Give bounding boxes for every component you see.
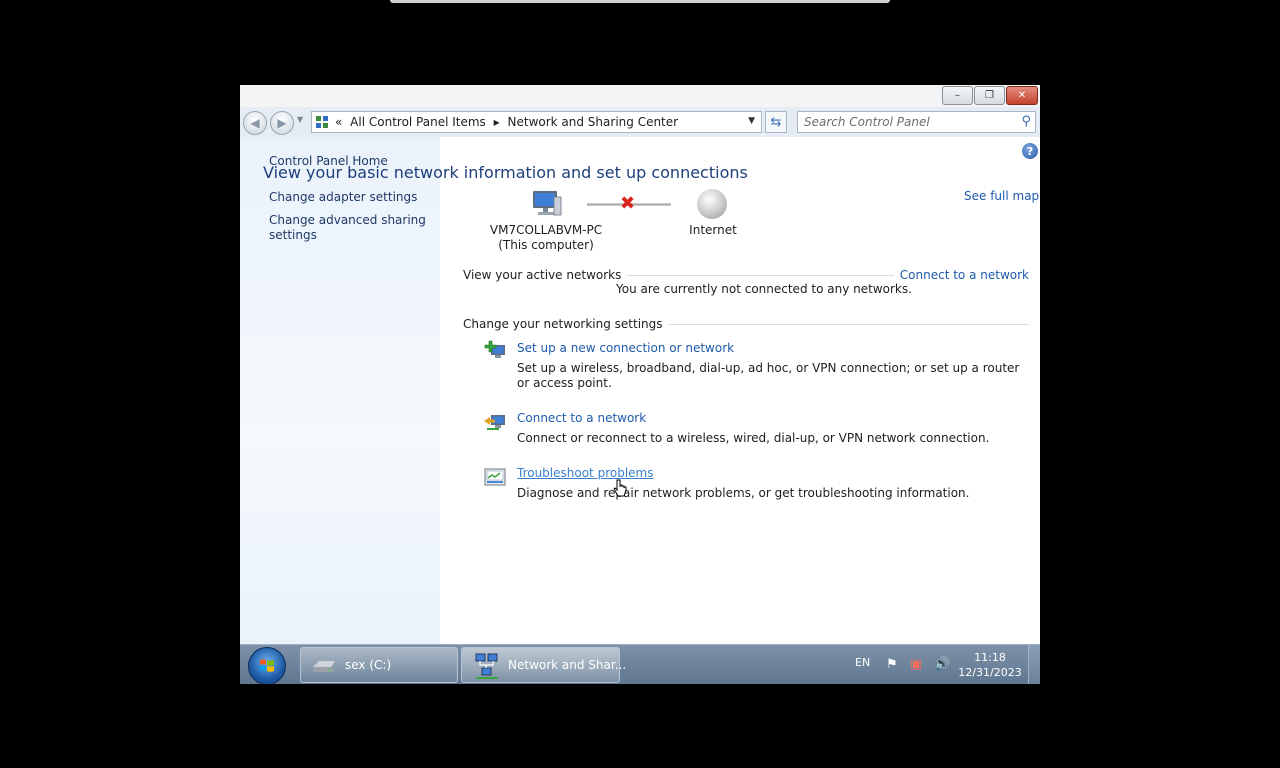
start-button[interactable] [248,647,286,684]
connection-status-text: You are currently not connected to any n… [616,282,912,296]
address-bar[interactable]: « All Control Panel Items ▸ Network and … [311,111,762,133]
sidebar-item-change-advanced-sharing-settings[interactable]: Change advanced sharing settings [269,213,429,243]
search-input[interactable] [804,114,1009,130]
network-icon [475,653,498,679]
caption-buttons: – ❐ ✕ [941,86,1038,105]
control-panel-icon [316,116,328,128]
computer-name: VM7COLLABVM-PC [489,223,603,237]
minimize-button[interactable]: – [942,86,973,105]
back-button[interactable]: ◀ [243,111,267,135]
refresh-button[interactable]: ⇆ [765,111,787,133]
forward-button[interactable]: ▶ [270,111,294,135]
clock[interactable]: 11:18 12/31/2023 [955,650,1025,680]
windows-logo-icon [260,659,274,672]
clock-date: 12/31/2023 [958,666,1022,679]
close-button[interactable]: ✕ [1006,86,1038,105]
taskbar-button-label: Network and Shar... [508,658,627,672]
breadcrumb-all-control-panel-items[interactable]: All Control Panel Items [350,115,486,129]
networking-settings-section: Change your networking settings [463,317,1029,331]
maximize-button[interactable]: ❐ [974,86,1005,105]
taskbar: sex (C:) Network and Shar... EN ⚑ ▣ 🔊 11… [240,644,1040,684]
page-title: View your basic network information and … [263,163,748,182]
window-titlebar[interactable]: – ❐ ✕ [240,85,1040,107]
troubleshoot-problems-link[interactable]: Troubleshoot problems [517,466,653,480]
connect-network-icon[interactable] [483,411,507,433]
search-box[interactable]: ⚲ [797,111,1036,133]
desktop-screen: – ❐ ✕ ◀ ▶ ▼ « All Control Panel Items ▸ … [240,85,1040,684]
recent-pages-dropdown-icon[interactable]: ▼ [297,115,303,124]
internet-label: Internet [689,223,737,237]
navigation-bar: ◀ ▶ ▼ « All Control Panel Items ▸ Networ… [240,107,1040,137]
setup-new-connection-link[interactable]: Set up a new connection or network [517,341,734,355]
setup-new-connection-description: Set up a wireless, broadband, dial-up, a… [517,361,1020,390]
breadcrumb-network-and-sharing-center[interactable]: Network and Sharing Center [508,115,679,129]
computer-icon [533,191,562,216]
network-status-icon[interactable]: ▣ [910,657,922,672]
hand-cursor-icon [613,479,627,497]
address-dropdown-icon[interactable]: ▼ [748,116,755,126]
active-networks-section: View your active networks Connect to a n… [463,268,1029,282]
help-icon[interactable]: ? [1022,143,1038,159]
volume-icon[interactable]: 🔊 [934,657,950,672]
breadcrumb-separator-icon[interactable]: ▸ [494,115,500,129]
computer-label: VM7COLLABVM-PC (This computer) [486,223,606,253]
action-center-icon[interactable]: ⚑ [886,657,898,672]
breadcrumb-overflow[interactable]: « [335,115,342,129]
active-networks-heading: View your active networks [463,268,628,282]
connect-to-network-header-link[interactable]: Connect to a network [893,268,1029,282]
language-indicator[interactable]: EN [855,656,870,669]
taskbar-button-network[interactable]: Network and Shar... [461,647,626,683]
disconnected-x-icon[interactable]: ✖ [620,194,635,214]
internet-globe-icon [697,189,727,219]
top-edge-bar [390,0,890,3]
computer-subtitle: (This computer) [498,238,594,252]
new-connection-icon[interactable] [483,340,507,362]
show-desktop-button[interactable] [1028,645,1040,684]
see-full-map-link[interactable]: See full map [964,189,1039,203]
drive-icon [313,661,335,672]
search-icon[interactable]: ⚲ [1021,114,1031,129]
sidebar-item-change-adapter-settings[interactable]: Change adapter settings [269,190,429,205]
connect-to-network-link[interactable]: Connect to a network [517,411,646,425]
clock-time: 11:18 [974,651,1006,664]
breadcrumb: « All Control Panel Items ▸ Network and … [335,115,682,129]
sidebar: Control Panel Home Change adapter settin… [240,137,440,644]
taskbar-button-label: sex (C:) [345,658,392,672]
networking-settings-heading: Change your networking settings [463,317,669,331]
troubleshoot-icon[interactable] [483,466,507,488]
troubleshoot-problems-description: Diagnose and repair network problems, or… [517,486,970,500]
taskbar-button-drive[interactable]: sex (C:) [300,647,458,683]
connect-to-network-description: Connect or reconnect to a wireless, wire… [517,431,990,445]
